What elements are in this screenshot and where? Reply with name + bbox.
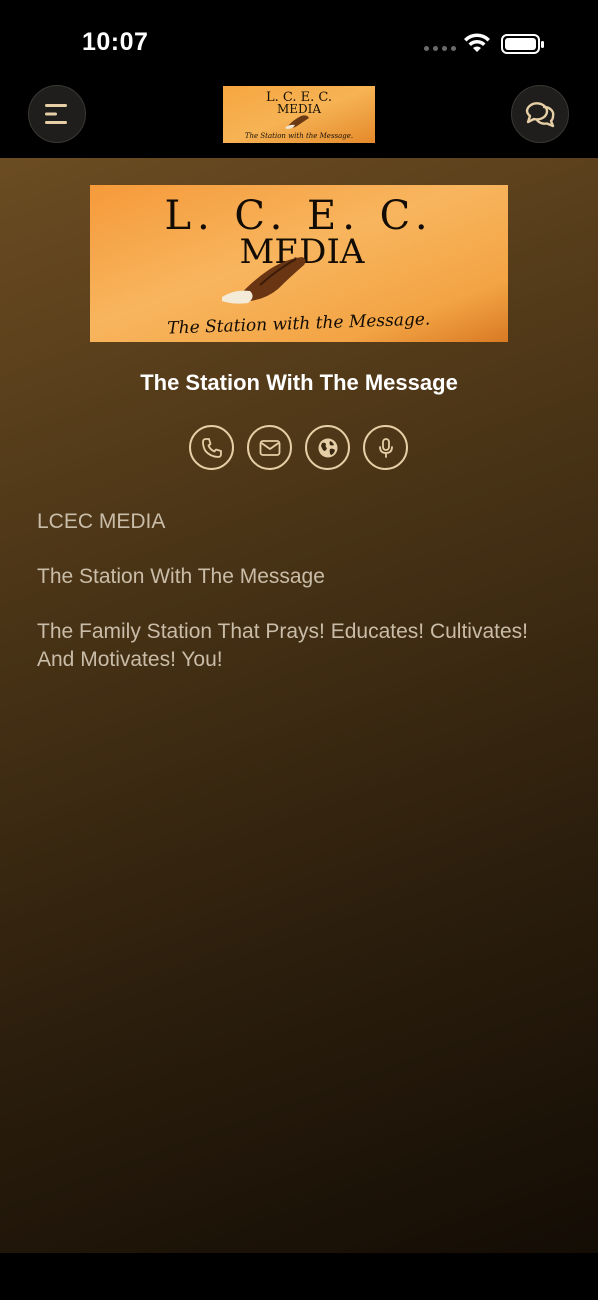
header-logo: L. C. E. C. MEDIA The Station with the M… xyxy=(223,86,375,143)
mail-icon xyxy=(259,439,280,456)
bottom-bar xyxy=(0,1253,598,1300)
battery-icon xyxy=(501,34,544,54)
main-content: L. C. E. C. MEDIA The Station with the M… xyxy=(0,158,598,1253)
menu-button[interactable] xyxy=(28,85,86,143)
wifi-icon xyxy=(464,33,490,52)
svg-text:MEDIA: MEDIA xyxy=(277,102,321,116)
cellular-signal-icon xyxy=(424,46,456,51)
description-line: The Family Station That Prays! Educates!… xyxy=(37,620,528,671)
chat-button[interactable] xyxy=(511,85,569,143)
description-line: The Station With The Message xyxy=(37,565,325,588)
phone-button[interactable] xyxy=(189,425,234,470)
station-description: LCEC MEDIA The Station With The Message … xyxy=(37,508,567,701)
station-logo: L. C. E. C. MEDIA The Station with the M… xyxy=(90,185,508,342)
description-line: LCEC MEDIA xyxy=(37,510,166,533)
menu-icon xyxy=(45,104,67,124)
contact-actions xyxy=(189,425,408,470)
chat-bubbles-icon xyxy=(525,102,555,128)
phone-icon xyxy=(201,437,222,458)
microphone-icon xyxy=(378,437,393,458)
globe-icon xyxy=(318,438,337,457)
website-button[interactable] xyxy=(305,425,350,470)
svg-text:The Station with the Message.: The Station with the Message. xyxy=(245,132,353,140)
app-screen: 10:07 L. C. E. C. MEDIA The Station with… xyxy=(0,0,598,1300)
mail-button[interactable] xyxy=(247,425,292,470)
status-bar: 10:07 xyxy=(0,0,598,80)
nav-bar: L. C. E. C. MEDIA The Station with the M… xyxy=(0,80,598,158)
status-time: 10:07 xyxy=(82,28,149,56)
station-title: The Station With The Message xyxy=(140,370,458,395)
microphone-button[interactable] xyxy=(363,425,408,470)
